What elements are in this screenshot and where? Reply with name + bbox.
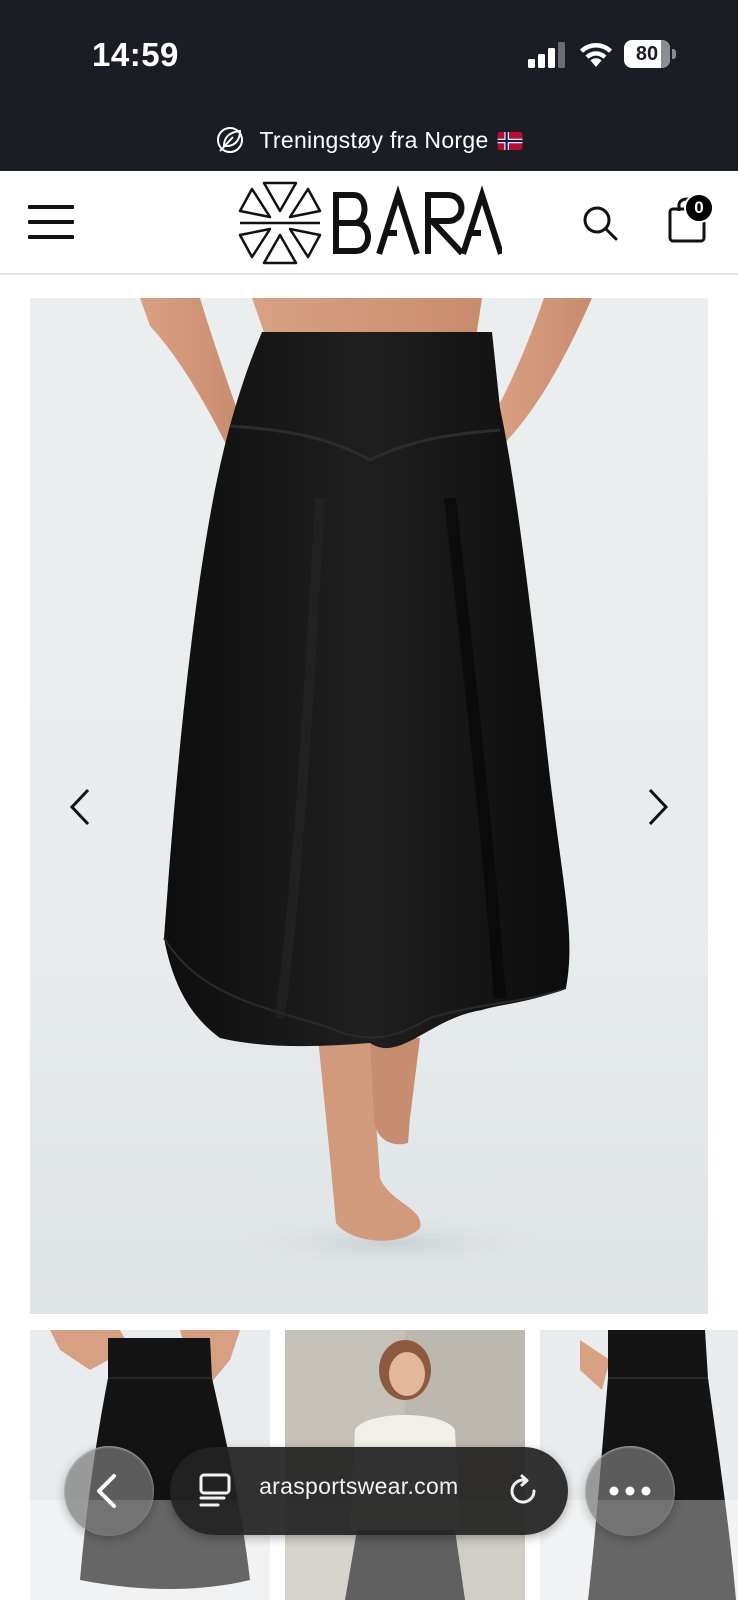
search-icon[interactable] bbox=[580, 203, 620, 243]
battery-body: 80 bbox=[624, 40, 670, 68]
announcement-text: Treningstøy fra Norge bbox=[259, 127, 522, 154]
more-options-button[interactable] bbox=[585, 1446, 675, 1536]
norway-flag-icon bbox=[497, 132, 522, 151]
chevron-right-icon[interactable] bbox=[638, 782, 678, 832]
battery-indicator: 80 bbox=[624, 40, 676, 68]
skirt-photo bbox=[140, 298, 592, 1273]
product-page: 14:59 80 Treningstøy fra Norge 0 baraspo… bbox=[0, 0, 738, 1600]
chevron-left-icon[interactable] bbox=[60, 782, 100, 832]
battery-level: 80 bbox=[635, 43, 659, 65]
cart-count-badge: 0 bbox=[684, 193, 714, 223]
wifi-icon bbox=[580, 43, 612, 67]
product-main-image[interactable] bbox=[30, 298, 708, 1314]
reload-icon[interactable] bbox=[506, 1473, 540, 1509]
hamburger-menu-icon[interactable] bbox=[28, 203, 76, 241]
top-bar: 14:59 80 Treningstøy fra Norge bbox=[0, 0, 738, 171]
more-dots-icon bbox=[609, 1486, 651, 1496]
menu-line bbox=[28, 220, 74, 224]
site-header: 0 bbox=[0, 171, 738, 275]
leaf-icon bbox=[217, 127, 244, 153]
tabs-icon[interactable] bbox=[198, 1471, 232, 1511]
signal-bars-icon bbox=[528, 42, 565, 68]
browser-back-button[interactable] bbox=[64, 1446, 154, 1536]
url-label: barasportswear.com bbox=[258, 1473, 459, 1499]
menu-line bbox=[28, 205, 74, 209]
menu-line bbox=[28, 235, 74, 239]
bara-logo[interactable] bbox=[238, 181, 502, 265]
status-time: 14:59 bbox=[92, 36, 179, 73]
battery-tip bbox=[672, 49, 676, 59]
announcement-label: Treningstøy fra Norge bbox=[259, 126, 489, 153]
address-bar[interactable]: barasportswear.com bbox=[170, 1447, 568, 1535]
url-text: barasportswear.com bbox=[258, 1473, 494, 1507]
announcement-bar[interactable]: Treningstøy fra Norge bbox=[0, 120, 738, 160]
back-chevron-icon bbox=[97, 1474, 116, 1508]
